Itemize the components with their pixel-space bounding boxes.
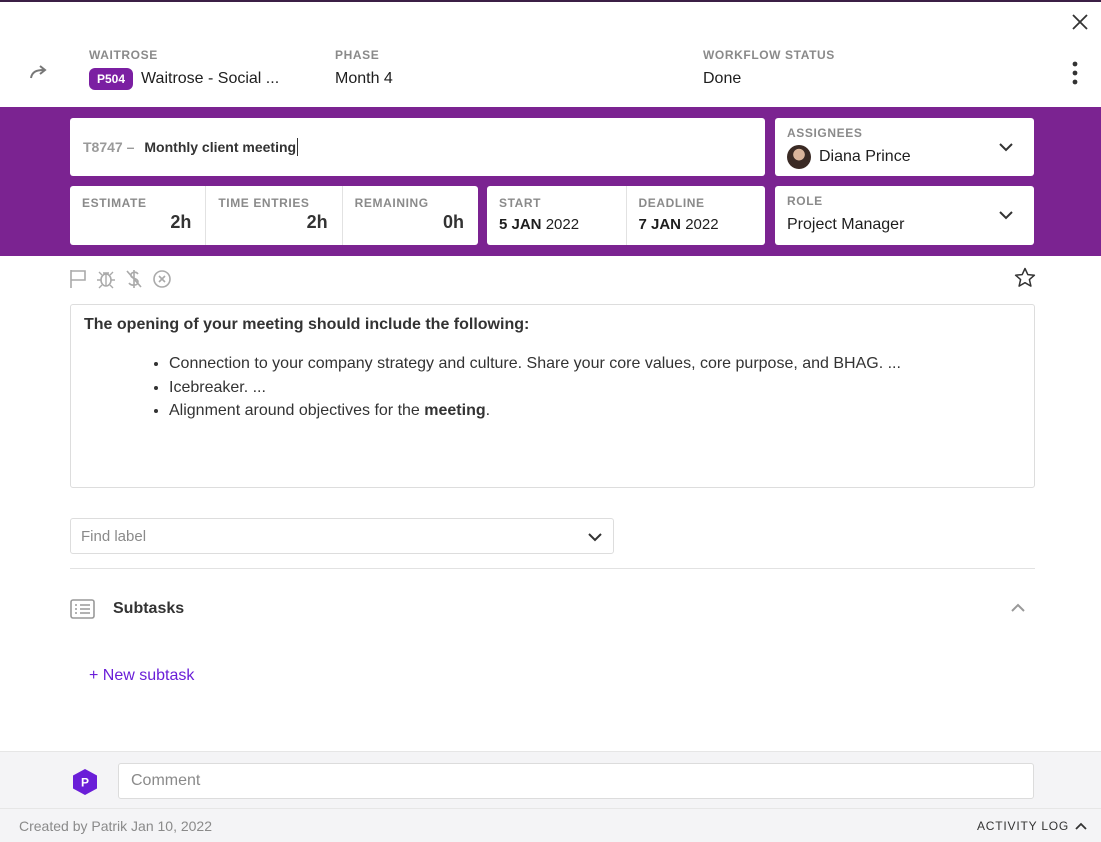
- estimate-value[interactable]: 2h: [170, 212, 191, 233]
- task-title-card[interactable]: T8747 – Monthly client meeting: [70, 118, 765, 176]
- list-icon: [70, 599, 95, 619]
- divider: [70, 568, 1035, 569]
- time-entries-cell[interactable]: TIME ENTRIES 2h: [206, 186, 343, 245]
- task-id: T8747 –: [83, 139, 135, 155]
- start-date[interactable]: 5 JAN 2022: [499, 216, 614, 233]
- list-item: Alignment around objectives for the meet…: [169, 399, 1021, 423]
- start-date-cell[interactable]: START 5 JAN 2022: [487, 186, 627, 245]
- find-label-placeholder: Find label: [81, 527, 147, 545]
- list-item: Connection to your company strategy and …: [169, 352, 1021, 376]
- task-description[interactable]: The opening of your meeting should inclu…: [70, 304, 1035, 488]
- star-icon[interactable]: [1013, 266, 1037, 290]
- blocked-icon[interactable]: [152, 268, 172, 290]
- deadline-cell[interactable]: DEADLINE 7 JAN 2022: [627, 186, 766, 245]
- start-label: START: [499, 196, 542, 210]
- project-badge[interactable]: P504: [89, 68, 134, 90]
- chevron-down-icon[interactable]: [998, 142, 1014, 152]
- task-toolbar: [68, 268, 172, 290]
- deadline-label: DEADLINE: [638, 196, 705, 210]
- kebab-menu-icon[interactable]: [1066, 60, 1084, 86]
- chevron-down-icon[interactable]: [998, 210, 1014, 220]
- avatar: [787, 145, 811, 169]
- estimate-cell[interactable]: ESTIMATE 2h: [70, 186, 207, 245]
- time-entries-value[interactable]: 2h: [307, 212, 328, 233]
- svg-text:P: P: [81, 776, 89, 790]
- phase-label: PHASE: [335, 48, 380, 62]
- client-label: WAITROSE: [89, 48, 158, 62]
- list-item: Icebreaker. ...: [169, 376, 1021, 400]
- role-label: ROLE: [787, 194, 823, 208]
- comment-input[interactable]: [118, 763, 1034, 799]
- workflow-status-label: WORKFLOW STATUS: [703, 48, 835, 62]
- bug-icon[interactable]: [96, 268, 116, 290]
- task-header: WAITROSE P504 Waitrose - Social ... PHAS…: [0, 2, 1101, 107]
- dates-card: START 5 JAN 2022 DEADLINE 7 JAN 2022: [487, 186, 765, 245]
- comment-bar: P: [0, 751, 1101, 808]
- workflow-status[interactable]: WORKFLOW STATUS Done: [703, 48, 835, 88]
- created-by-text: Created by Patrik Jan 10, 2022: [19, 818, 213, 834]
- remaining-value: 0h: [442, 212, 464, 232]
- footer-bar: Created by Patrik Jan 10, 2022 ACTIVITY …: [0, 808, 1101, 842]
- subtasks-label: Subtasks: [113, 600, 185, 617]
- assignees-dropdown[interactable]: ASSIGNEES Diana Prince: [775, 118, 1034, 176]
- text-cursor: [297, 138, 299, 156]
- description-heading: The opening of your meeting should inclu…: [84, 316, 530, 333]
- description-list: Connection to your company strategy and …: [84, 352, 1021, 423]
- find-label-select[interactable]: Find label: [70, 518, 614, 554]
- role-dropdown[interactable]: ROLE Project Manager: [775, 186, 1034, 245]
- assignee-name: Diana Prince: [819, 148, 911, 165]
- remaining-cell: REMAINING 0h: [343, 186, 478, 245]
- task-title-input[interactable]: Monthly client meeting: [144, 139, 296, 155]
- chevron-up-icon[interactable]: [1010, 603, 1026, 613]
- flag-icon[interactable]: [68, 268, 88, 290]
- new-subtask-button[interactable]: + New subtask: [89, 667, 194, 685]
- project-name[interactable]: Waitrose - Social ...: [141, 70, 279, 88]
- subtasks-section-header[interactable]: Subtasks: [70, 596, 1035, 622]
- deadline-date[interactable]: 7 JAN 2022: [639, 216, 754, 233]
- avatar: P: [73, 769, 97, 795]
- workflow-status-value[interactable]: Done: [703, 70, 835, 88]
- phase[interactable]: PHASE Month 4: [335, 48, 393, 88]
- chevron-up-icon: [1075, 822, 1087, 830]
- estimate-label: ESTIMATE: [82, 196, 147, 210]
- phase-value[interactable]: Month 4: [335, 70, 393, 88]
- redirect-arrow-icon[interactable]: [28, 62, 52, 82]
- assignees-label: ASSIGNEES: [787, 126, 863, 140]
- client-project: WAITROSE P504 Waitrose - Social ...: [89, 48, 279, 90]
- role-value: Project Manager: [787, 216, 905, 233]
- activity-log-button[interactable]: ACTIVITY LOG: [977, 819, 1087, 833]
- remaining-label: REMAINING: [354, 196, 429, 210]
- activity-log-label: ACTIVITY LOG: [977, 819, 1070, 833]
- time-entries-label: TIME ENTRIES: [218, 196, 310, 210]
- chevron-down-icon[interactable]: [587, 532, 603, 542]
- estimate-card: ESTIMATE 2h TIME ENTRIES 2h REMAINING 0h: [70, 186, 478, 245]
- task-details-band: T8747 – Monthly client meeting ASSIGNEES…: [0, 107, 1101, 256]
- no-billing-icon[interactable]: [124, 268, 144, 290]
